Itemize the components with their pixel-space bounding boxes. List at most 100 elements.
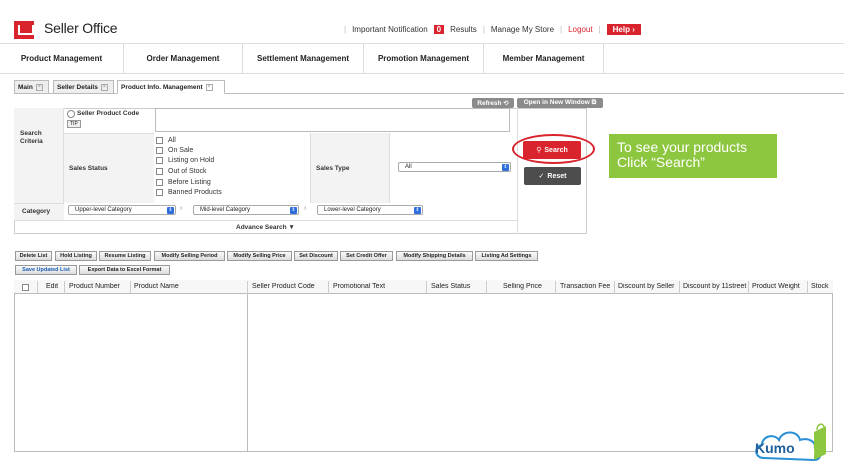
chevron-down-icon: ⇕ [502,164,509,171]
checkbox-label: On Sale [168,147,194,154]
search-criteria-label: Search Criteria [20,130,43,145]
sales-type-label: Sales Type [316,165,350,172]
tab-product-info-management[interactable]: Product Info. Management × [117,80,225,94]
open-new-window-button[interactable]: Open in New Window ⧉ [517,98,603,108]
col-product-weight[interactable]: Product Weight [752,283,807,290]
chevron-down-icon: ⇕ [290,207,297,214]
checkbox-icon[interactable] [156,137,163,144]
col-seller-product-code[interactable]: Seller Product Code [252,283,315,290]
refresh-button[interactable]: Refresh ⟲ [472,98,514,108]
checkbox-out-of-stock[interactable]: Out of Stock [156,168,207,175]
upper-category-select[interactable]: Upper-level Category ⇕ [68,205,176,215]
important-notification-link[interactable]: Important Notification [352,25,428,34]
save-updated-list-button[interactable]: Save Updated List [15,265,77,275]
col-sales-status[interactable]: Sales Status [431,283,470,290]
chevron-down-icon: ⇕ [167,207,174,214]
resume-listing-button[interactable]: Resume Listing [99,251,151,261]
kumo-text: Kumo [755,440,795,456]
sales-type-select[interactable]: All ⇕ [398,162,511,172]
seller-product-code-textarea[interactable] [155,108,510,132]
top-links: | Important Notification 0 Results | Man… [344,24,641,35]
tab-seller-details-label: Seller Details [57,83,98,91]
checkbox-icon[interactable] [156,168,163,175]
modify-selling-period-button[interactable]: Modify Selling Period [154,251,225,261]
callout-line-2: Click “Search” [617,154,705,170]
nav-promotion-management[interactable]: Promotion Management [364,44,484,73]
col-discount-by-11street[interactable]: Discount by 11street [683,283,747,290]
seller-office-logo-icon [14,21,34,39]
checkbox-label: Before Listing [168,179,211,186]
modify-selling-price-button[interactable]: Modify Selling Price [227,251,292,261]
advance-search-toggle[interactable]: Advance Search ▼ [236,224,295,231]
tab-main[interactable]: Main × [14,80,49,94]
col-transaction-fee[interactable]: Transaction Fee [560,283,614,290]
listing-ad-settings-button[interactable]: Listing Ad Settings [475,251,538,261]
upper-category-value: Upper-level Category [75,207,132,213]
checkbox-label: Out of Stock [168,168,207,175]
col-stock[interactable]: Stock [811,283,833,290]
search-highlight-circle [512,134,595,164]
checkbox-icon[interactable] [156,157,163,164]
nav-settlement-management[interactable]: Settlement Management [243,44,364,73]
instruction-callout: To see your products Click “Search” [609,134,777,178]
category-label: Category [22,208,51,215]
manage-my-store-link[interactable]: Manage My Store [491,25,554,34]
callout-line-1: To see your products [617,139,747,155]
checkbox-on-sale[interactable]: On Sale [156,147,193,154]
nav-order-management[interactable]: Order Management [124,44,243,73]
tab-seller-details[interactable]: Seller Details × [53,80,114,94]
close-icon[interactable]: × [205,83,213,91]
checkbox-icon[interactable] [156,189,163,196]
lower-category-value: Lower-level Category [324,207,381,213]
tip-button[interactable]: TIP [67,120,81,128]
checkbox-banned-products[interactable]: Banned Products [156,189,222,196]
product-grid[interactable] [14,280,833,452]
chevron-right-icon: › [180,205,183,212]
col-edit[interactable]: Edit [46,283,58,290]
tab-product-info-label: Product Info. Management [121,83,203,91]
delete-list-button[interactable]: Delete List [15,251,52,261]
mid-category-value: Mid-level Category [200,207,251,213]
set-credit-offer-button[interactable]: Set Credit Offer [340,251,393,261]
close-icon[interactable]: × [35,83,43,91]
mid-category-select[interactable]: Mid-level Category ⇕ [193,205,299,215]
logout-link[interactable]: Logout [568,25,592,34]
checkbox-label: Listing on Hold [168,157,215,164]
nav-product-management[interactable]: Product Management [0,44,124,73]
sales-status-label: Sales Status [69,165,108,172]
col-product-name[interactable]: Product Name [134,283,179,290]
frozen-column-divider [247,294,248,451]
checkbox-before-listing[interactable]: Before Listing [156,179,211,186]
seller-product-code-radio[interactable] [67,110,75,118]
set-discount-button[interactable]: Set Discount [294,251,338,261]
nav-member-management[interactable]: Member Management [484,44,604,73]
lower-category-select[interactable]: Lower-level Category ⇕ [317,205,423,215]
help-button[interactable]: Help › [606,24,641,35]
col-product-number[interactable]: Product Number [69,283,120,290]
checkbox-label: Banned Products [168,189,222,196]
select-all-checkbox[interactable] [22,284,29,291]
criteria-label-column [14,108,64,203]
kumoten-logo: Kumo ten [752,418,828,464]
results-label: Results [450,25,477,34]
hold-listing-button[interactable]: Hold Listing [55,251,97,261]
main-nav: Product Management Order Management Sett… [0,43,844,74]
chevron-right-icon: › [304,205,307,212]
chevron-down-icon: ⇕ [414,207,421,214]
logo-text: Seller Office [44,20,118,36]
checkmark-icon: ✓ [538,173,545,180]
export-excel-button[interactable]: Export Data to Excel Format [79,265,170,275]
col-promotional-text[interactable]: Promotional Text [333,283,385,290]
checkbox-all[interactable]: All [156,137,176,144]
modify-shipping-details-button[interactable]: Modify Shipping Details [396,251,473,261]
col-discount-by-seller[interactable]: Discount by Seller [618,283,678,290]
col-selling-price[interactable]: Selling Price [503,283,542,290]
checkbox-icon[interactable] [156,179,163,186]
reset-button[interactable]: ✓ Reset [524,167,581,185]
checkbox-listing-on-hold[interactable]: Listing on Hold [156,157,214,164]
tab-main-label: Main [18,83,33,91]
notification-count-badge[interactable]: 0 [433,25,445,34]
close-icon[interactable]: × [100,83,108,91]
reset-button-label: Reset [547,172,567,180]
checkbox-icon[interactable] [156,147,163,154]
